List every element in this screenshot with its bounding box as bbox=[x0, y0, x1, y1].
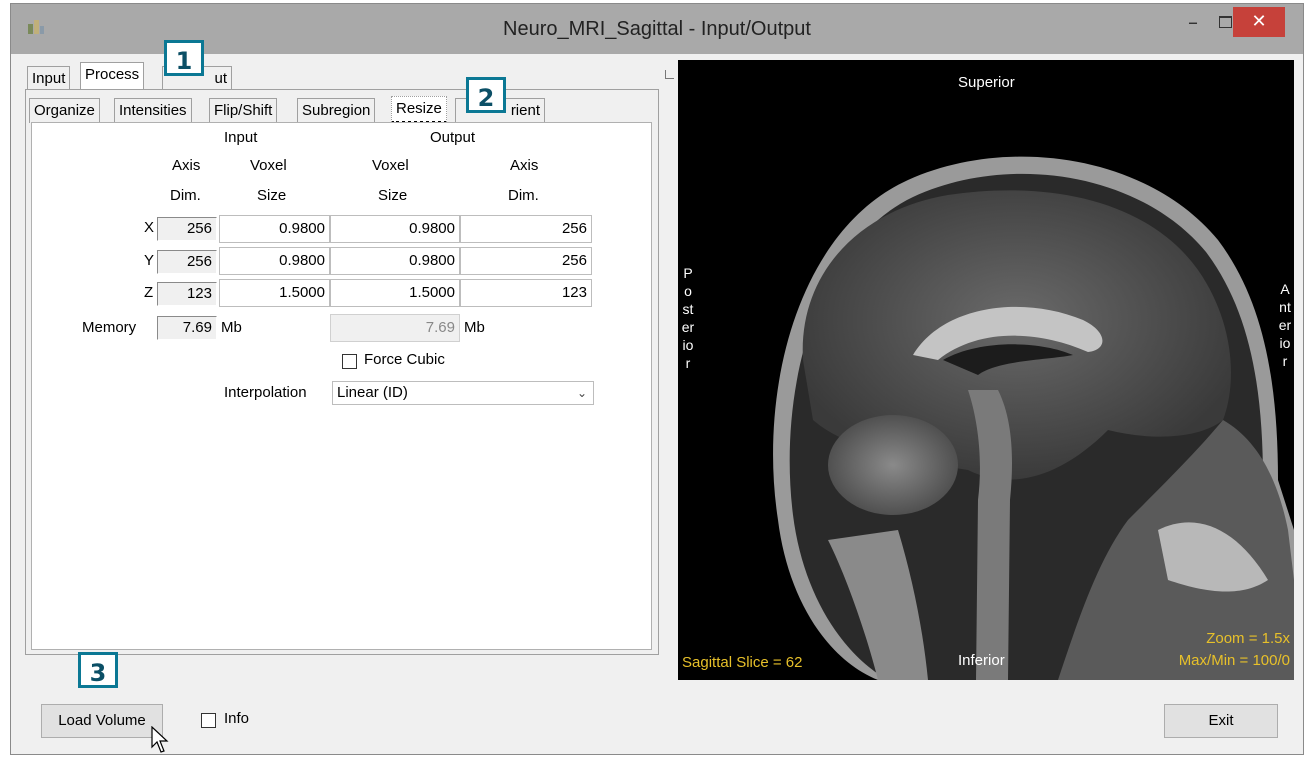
input-dim-x: 256 bbox=[157, 217, 217, 241]
col-voxel-header: Voxel bbox=[250, 157, 287, 174]
col-axis-header: Axis bbox=[172, 157, 201, 174]
output-dim-y-field[interactable]: 256 bbox=[460, 247, 592, 275]
col-out-voxel-header: Voxel bbox=[372, 157, 409, 174]
col-axis-subheader: Dim. bbox=[170, 187, 201, 204]
col-out-axis-subheader: Dim. bbox=[508, 187, 539, 204]
memory-input-value: 7.69 bbox=[157, 316, 217, 340]
output-dim-x-field[interactable]: 256 bbox=[460, 215, 592, 243]
anterior-label: Anterior bbox=[1278, 281, 1292, 369]
subtab-intensities[interactable]: Intensities bbox=[114, 98, 192, 123]
header-input: Input bbox=[224, 129, 258, 146]
close-button[interactable]: ✕ bbox=[1233, 7, 1285, 37]
mri-image bbox=[773, 156, 1294, 680]
app-window: Neuro_MRI_Sagittal - Input/Output – ✕ In… bbox=[10, 3, 1304, 755]
memory-output-value: 7.69 bbox=[330, 314, 460, 342]
window-title: Neuro_MRI_Sagittal - Input/Output bbox=[503, 18, 811, 40]
maxmin-readout: Max/Min = 100/0 bbox=[1178, 652, 1290, 669]
col-out-voxel-subheader: Size bbox=[378, 187, 408, 204]
info-label: Info bbox=[224, 710, 250, 727]
chevron-down-icon: ⌄ bbox=[576, 386, 587, 400]
slice-readout: Sagittal Slice = 62 bbox=[682, 654, 803, 671]
row-label-x: X bbox=[144, 219, 155, 236]
interpolation-select[interactable]: Linear (ID) ⌄ bbox=[332, 381, 594, 405]
zoom-readout: Zoom = 1.5x bbox=[1206, 630, 1290, 647]
interpolation-label: Interpolation bbox=[224, 384, 307, 401]
tab-process[interactable]: Process bbox=[80, 62, 145, 91]
mouse-pointer-icon bbox=[151, 726, 169, 753]
resize-panel: Input Output Axis Voxel Voxel Axis Dim. … bbox=[31, 122, 652, 650]
title-bar[interactable]: Neuro_MRI_Sagittal - Input/Output – ✕ bbox=[11, 4, 1303, 54]
input-voxel-z-field[interactable]: 1.5000 bbox=[219, 279, 330, 307]
header-output: Output bbox=[430, 129, 476, 146]
control-pane: Input Process ut Organize Intensities Fl… bbox=[25, 60, 659, 655]
input-dim-z: 123 bbox=[157, 282, 217, 306]
col-voxel-subheader: Size bbox=[257, 187, 287, 204]
posterior-label: Posterior bbox=[681, 265, 695, 371]
output-voxel-z-field[interactable]: 1.5000 bbox=[330, 279, 460, 307]
mri-viewer[interactable]: Superior Inferior Posterior Anterior Sag… bbox=[678, 60, 1294, 680]
client-area: Input Process ut Organize Intensities Fl… bbox=[11, 54, 1303, 754]
maximize-icon bbox=[1218, 16, 1232, 28]
row-label-y: Y bbox=[144, 252, 155, 269]
tab-input[interactable]: Input bbox=[27, 66, 71, 91]
exit-button[interactable]: Exit bbox=[1164, 704, 1278, 738]
info-checkbox[interactable] bbox=[201, 713, 216, 728]
subtab-flip-shift[interactable]: Flip/Shift bbox=[209, 98, 278, 123]
interpolation-value: Linear (ID) bbox=[337, 384, 408, 401]
load-volume-button[interactable]: Load Volume bbox=[41, 704, 163, 738]
inferior-label: Inferior bbox=[958, 652, 1005, 669]
force-cubic-checkbox[interactable] bbox=[342, 354, 357, 369]
output-voxel-x-field[interactable]: 0.9800 bbox=[330, 215, 460, 243]
memory-output-unit: Mb bbox=[464, 319, 485, 336]
subtab-resize[interactable]: Resize bbox=[391, 96, 447, 124]
memory-label: Memory bbox=[82, 319, 137, 336]
subtab-subregion[interactable]: Subregion bbox=[297, 98, 376, 123]
callout-1: 1 bbox=[164, 40, 204, 76]
input-dim-y: 256 bbox=[157, 250, 217, 274]
force-cubic-label: Force Cubic bbox=[364, 351, 445, 368]
output-dim-z-field[interactable]: 123 bbox=[460, 279, 592, 307]
subtab-organize[interactable]: Organize bbox=[29, 98, 100, 123]
input-voxel-y-field[interactable]: 0.9800 bbox=[219, 247, 330, 275]
row-label-z: Z bbox=[144, 284, 154, 301]
superior-label: Superior bbox=[958, 74, 1015, 91]
memory-input-unit: Mb bbox=[221, 319, 242, 336]
callout-3: 3 bbox=[78, 652, 118, 688]
callout-2: 2 bbox=[466, 77, 506, 113]
splitter-handle[interactable] bbox=[665, 70, 674, 79]
col-out-axis-header: Axis bbox=[510, 157, 539, 174]
output-voxel-y-field[interactable]: 0.9800 bbox=[330, 247, 460, 275]
input-voxel-x-field[interactable]: 0.9800 bbox=[219, 215, 330, 243]
